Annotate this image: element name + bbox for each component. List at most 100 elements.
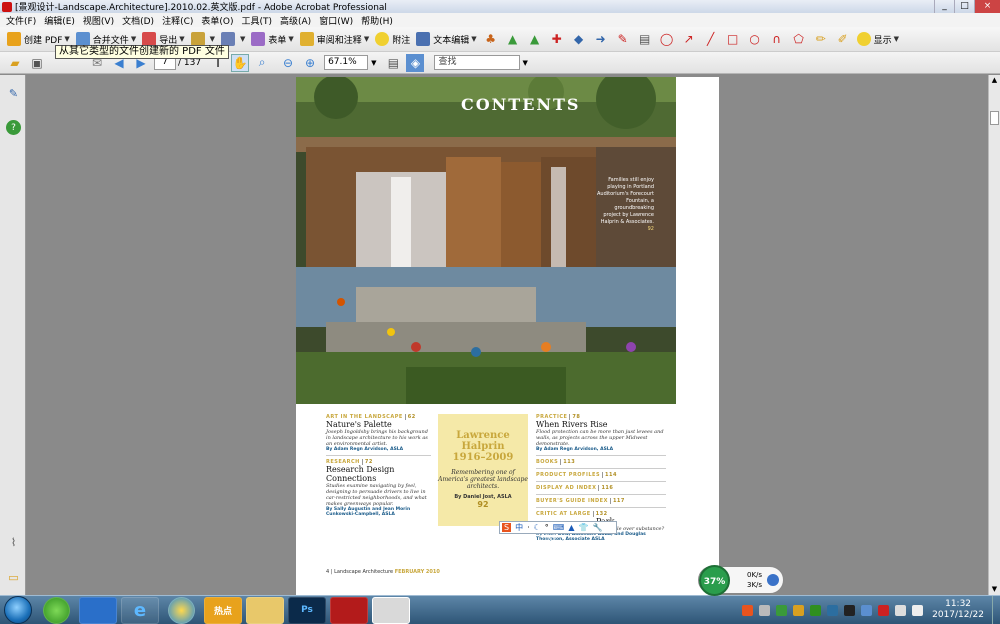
flag-tray-icon[interactable] <box>878 604 890 616</box>
scroll-down-icon[interactable]: ▼ <box>990 585 999 594</box>
360-tray-icon[interactable] <box>776 604 788 616</box>
attachments-icon[interactable]: ⌇ <box>6 535 21 550</box>
shield-tray-icon[interactable] <box>827 604 839 616</box>
taskbar-app-ie[interactable]: e <box>121 596 159 624</box>
show-desktop-button[interactable] <box>992 595 1000 624</box>
vertical-scrollbar[interactable]: ▲ ▼ <box>988 75 1000 595</box>
open-folder-icon[interactable]: ▰ <box>6 54 24 72</box>
note-button[interactable]: 附注 <box>372 29 413 49</box>
toc-section[interactable]: BOOKS 113 <box>536 459 666 465</box>
sign-panel-icon[interactable]: ✎ <box>6 86 21 101</box>
find-dropdown-icon[interactable]: ▼ <box>522 59 527 67</box>
zoom-level-input[interactable]: 67.1% <box>324 55 369 70</box>
taskbar-app-acrobat[interactable] <box>372 596 410 624</box>
line-icon[interactable]: ╱ <box>702 30 720 48</box>
fit-page-icon[interactable]: ◈ <box>406 53 425 72</box>
attach-file-icon[interactable]: ◆ <box>570 30 588 48</box>
taskbar-app-bird[interactable] <box>79 596 117 624</box>
cloud-icon[interactable]: ◯ <box>658 30 676 48</box>
page-total: / 137 <box>178 57 202 68</box>
wrench-icon[interactable]: 🔧 <box>592 523 602 532</box>
arrow-icon[interactable]: ↗ <box>680 30 698 48</box>
menu-edit[interactable]: 编辑(E) <box>40 14 79 27</box>
menu-comments[interactable]: 注释(C) <box>158 14 197 27</box>
sogou-tray-icon[interactable] <box>742 604 754 616</box>
scroll-thumb[interactable] <box>990 111 999 125</box>
oval-icon[interactable]: ○ <box>746 30 764 48</box>
menu-forms[interactable]: 表单(O) <box>197 14 237 27</box>
help-icon[interactable]: ? <box>6 120 21 135</box>
toc-section[interactable]: BUYER'S GUIDE INDEX 117 <box>536 498 666 504</box>
toc-title[interactable]: Nature's Palette <box>326 420 431 429</box>
keyboard-icon[interactable]: ⌨ <box>553 523 565 532</box>
menu-view[interactable]: 视图(V) <box>79 14 118 27</box>
globe-icon <box>767 574 779 586</box>
toc-byline: By Adam Regn Arvidson, ASLA <box>536 447 614 452</box>
taskbar-app-hotspot[interactable]: 热点 <box>204 596 242 624</box>
feature-box[interactable]: Lawrence Halprin 1916–2009 Remembering o… <box>438 414 528 526</box>
arrow-tray-icon[interactable] <box>759 604 771 616</box>
punct-icon[interactable]: · <box>527 523 530 532</box>
stamp-icon[interactable]: ♣ <box>482 30 500 48</box>
actual-size-icon[interactable]: ▤ <box>384 54 402 72</box>
qq-tray-icon[interactable] <box>844 604 856 616</box>
toc-title[interactable]: Research Design Connections <box>326 465 431 483</box>
highlight-icon[interactable]: ▲ <box>504 30 522 48</box>
skin-icon[interactable]: 👕 <box>579 523 589 532</box>
network-monitor[interactable]: 37% 0K/s 3K/s <box>698 565 784 596</box>
find-input[interactable]: 查找 <box>434 55 521 70</box>
maximize-button[interactable]: □ <box>954 0 974 13</box>
zoom-out-icon[interactable]: ⊖ <box>279 54 297 72</box>
security-tray-icon[interactable] <box>810 604 822 616</box>
menu-tools[interactable]: 工具(T) <box>237 14 276 27</box>
eraser-icon[interactable]: ✐ <box>834 30 852 48</box>
polygon-icon[interactable]: ⬠ <box>790 30 808 48</box>
toc-section[interactable]: PRODUCT PROFILES 114 <box>536 472 666 478</box>
taskbar-app-photoshop[interactable]: Ps <box>288 596 326 624</box>
taskbar-app-folder[interactable] <box>246 596 284 624</box>
zoom-in-icon[interactable]: ⊕ <box>301 54 319 72</box>
toc-section[interactable]: DISPLAY AD INDEX 116 <box>536 485 666 491</box>
underline-icon[interactable]: ▲ <box>526 30 544 48</box>
polyline-icon[interactable]: ∩ <box>768 30 786 48</box>
menu-help[interactable]: 帮助(H) <box>357 14 397 27</box>
strikeout-icon[interactable]: ✚ <box>548 30 566 48</box>
menu-advanced[interactable]: 高级(A) <box>276 14 315 27</box>
display-tray-icon[interactable] <box>895 604 907 616</box>
user-tray-icon[interactable] <box>861 604 873 616</box>
ime-mode[interactable]: 中 <box>515 522 523 533</box>
forms-button[interactable]: 表单 ▼ <box>248 29 296 49</box>
clock[interactable]: 11:32 2017/12/22 <box>932 599 984 621</box>
start-button[interactable] <box>4 596 32 624</box>
zoom-tool-icon[interactable]: ⌕ <box>253 54 271 72</box>
show-button[interactable]: 显示 ▼ <box>854 29 902 49</box>
hand-tool-icon[interactable]: ✋ <box>231 53 250 72</box>
close-button[interactable]: × <box>974 0 1000 13</box>
taskbar-app-refresh[interactable] <box>43 596 70 624</box>
zoom-dropdown-icon[interactable]: ▼ <box>371 59 376 67</box>
volume-tray-icon[interactable] <box>912 604 924 616</box>
print-icon[interactable]: ▣ <box>28 54 46 72</box>
document-area[interactable]: CONTENTS Families still enjoy playing in… <box>27 75 988 595</box>
degree-icon[interactable]: ° <box>545 523 549 532</box>
pencil-icon[interactable]: ✏ <box>812 30 830 48</box>
rectangle-icon[interactable]: □ <box>724 30 742 48</box>
arrow-tool-icon[interactable]: ➜ <box>592 30 610 48</box>
callout-icon[interactable]: ✎ <box>614 30 632 48</box>
comments-panel-icon[interactable]: ▭ <box>6 570 21 585</box>
taskbar-app-360[interactable] <box>168 596 195 624</box>
text-edit-button[interactable]: 文本编辑 ▼ <box>413 29 479 49</box>
textbox-icon[interactable]: ▤ <box>636 30 654 48</box>
taskbar-app-autocad[interactable] <box>330 596 368 624</box>
menu-document[interactable]: 文档(D) <box>118 14 158 27</box>
scroll-up-icon[interactable]: ▲ <box>990 76 999 85</box>
network-tray-icon[interactable] <box>793 604 805 616</box>
toc-title[interactable]: When Rivers Rise <box>536 420 666 429</box>
minimize-button[interactable]: _ <box>934 0 954 13</box>
menu-file[interactable]: 文件(F) <box>2 14 40 27</box>
user-icon[interactable]: ▲ <box>568 523 574 532</box>
menu-window[interactable]: 窗口(W) <box>315 14 357 27</box>
sogou-icon[interactable]: S <box>502 523 512 532</box>
moon-icon[interactable]: ☾ <box>534 523 541 532</box>
review-button[interactable]: 审阅和注释 ▼ <box>297 29 372 49</box>
